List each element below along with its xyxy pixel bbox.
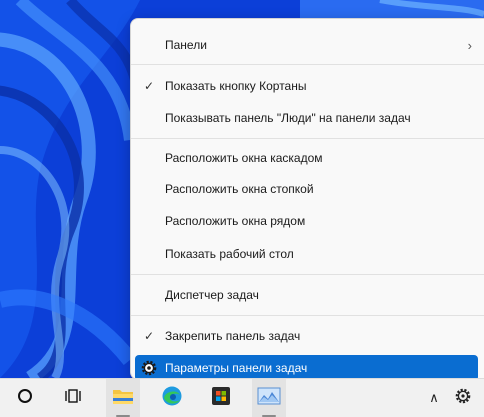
- menu-item-label: Расположить окна рядом: [165, 214, 306, 228]
- cortana-button[interactable]: [10, 379, 40, 417]
- checkmark-icon: ✓: [144, 79, 155, 93]
- menu-item-stacked[interactable]: Расположить окна стопкой: [135, 176, 478, 202]
- tray-settings-button[interactable]: [452, 379, 474, 417]
- menu-separator: [131, 64, 484, 65]
- file-explorer-icon: [111, 386, 135, 411]
- task-view-icon: [64, 387, 82, 410]
- edge-icon: [161, 385, 183, 412]
- taskbar-app-file-explorer[interactable]: [106, 379, 140, 417]
- taskbar-context-menu: Панели › ✓ Показать кнопку Кортаны Показ…: [130, 18, 484, 381]
- taskbar: ∧: [0, 378, 484, 417]
- menu-separator: [131, 274, 484, 275]
- menu-item-side-by-side[interactable]: Расположить окна рядом: [135, 208, 478, 234]
- menu-item-show-cortana[interactable]: ✓ Показать кнопку Кортаны: [135, 73, 478, 99]
- taskbar-app-store[interactable]: [204, 379, 238, 417]
- menu-item-show-people[interactable]: Показывать панель "Люди" на панели задач: [135, 105, 478, 131]
- photos-icon: [257, 387, 281, 410]
- menu-item-label: Расположить окна каскадом: [165, 151, 323, 165]
- cortana-circle-icon: [17, 388, 33, 409]
- menu-item-task-manager[interactable]: Диспетчер задач: [135, 282, 478, 308]
- menu-item-label: Расположить окна стопкой: [165, 182, 314, 196]
- taskbar-app-edge[interactable]: [155, 379, 189, 417]
- microsoft-store-icon: [211, 386, 231, 411]
- menu-item-label: Параметры панели задач: [165, 361, 308, 375]
- menu-item-label: Показывать панель "Люди" на панели задач: [165, 111, 411, 125]
- menu-separator: [131, 138, 484, 139]
- chevron-right-icon: ›: [467, 37, 472, 53]
- menu-item-label: Показать кнопку Кортаны: [165, 79, 307, 93]
- gear-icon: [141, 360, 157, 379]
- chevron-up-icon: ∧: [429, 390, 439, 405]
- menu-separator: [131, 315, 484, 316]
- menu-item-label: Диспетчер задач: [165, 288, 259, 302]
- menu-item-label: Панели: [165, 38, 207, 52]
- menu-item-show-desktop[interactable]: Показать рабочий стол: [135, 241, 478, 267]
- show-hidden-icons-button[interactable]: ∧: [424, 379, 444, 417]
- menu-item-label: Закрепить панель задач: [165, 329, 301, 343]
- settings-gear-icon: [455, 388, 471, 409]
- menu-item-toolbars[interactable]: Панели ›: [135, 32, 478, 58]
- menu-item-lock-taskbar[interactable]: ✓ Закрепить панель задач: [135, 323, 478, 349]
- menu-item-cascade[interactable]: Расположить окна каскадом: [135, 145, 478, 171]
- menu-item-label: Показать рабочий стол: [165, 247, 294, 261]
- task-view-button[interactable]: [58, 379, 88, 417]
- taskbar-app-photos[interactable]: [252, 379, 286, 417]
- checkmark-icon: ✓: [144, 329, 155, 343]
